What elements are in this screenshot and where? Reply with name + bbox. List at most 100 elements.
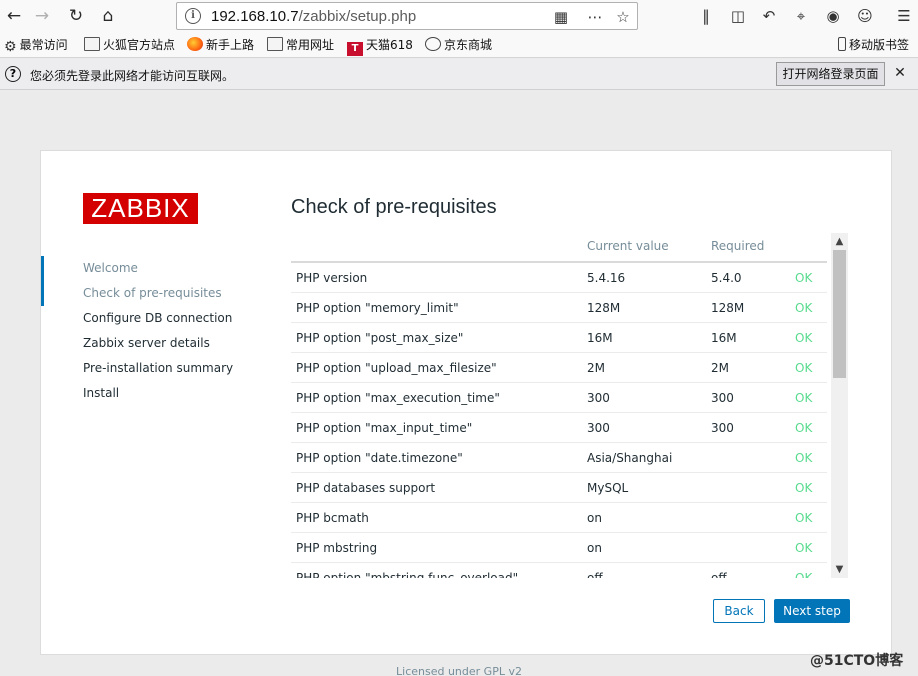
url-path: /zabbix/setup.php — [298, 8, 417, 25]
requirement-name: PHP option "date.timezone" — [296, 451, 463, 465]
status-ok: OK — [795, 331, 813, 345]
site-info-icon[interactable]: i — [185, 8, 201, 24]
bookmark-label: 最常访问 — [19, 38, 68, 52]
undo-icon[interactable]: ↶ — [757, 4, 781, 28]
current-value: 5.4.16 — [587, 271, 626, 285]
bookmark-firefox-site[interactable]: 火狐官方站点 — [84, 36, 175, 54]
bookmark-label: 火狐官方站点 — [103, 38, 176, 52]
close-icon[interactable]: ✕ — [891, 64, 909, 82]
scroll-thumb[interactable] — [833, 250, 846, 378]
table-row: PHP option "upload_max_filesize" 2M 2M OK — [291, 353, 827, 383]
menu-icon[interactable]: ☰ — [892, 4, 916, 28]
status-ok: OK — [795, 511, 813, 525]
required-value: 5.4.0 — [711, 271, 742, 285]
table-row: PHP bcmath on OK — [291, 503, 827, 533]
status-ok: OK — [795, 361, 813, 375]
firefox-icon — [187, 37, 203, 51]
browser-window: ← → ↻ ⌂ i 192.168.10.7/zabbix/setup.php … — [0, 0, 918, 676]
bookmark-label: 京东商城 — [444, 38, 493, 52]
back-arrow-icon[interactable]: ← — [2, 4, 26, 28]
zabbix-logo: ZABBIX — [83, 193, 198, 224]
forward-arrow-icon[interactable]: → — [30, 4, 54, 28]
mobile-bookmarks-label: 移动版书签 — [849, 38, 910, 52]
step-configure-db: Configure DB connection — [83, 311, 233, 325]
table-row: PHP option "max_input_time" 300 300 OK — [291, 413, 827, 443]
table-scrollbar[interactable]: ▲ ▼ — [831, 233, 848, 578]
prerequisites-table: Current value Required PHP version 5.4.16… — [291, 233, 850, 578]
url-host: 192.168.10.7 — [211, 8, 299, 25]
url-text[interactable]: 192.168.10.7/zabbix/setup.php — [211, 8, 416, 25]
current-value: 16M — [587, 331, 613, 345]
required-value: 300 — [711, 391, 734, 405]
bookmark-label: 天猫618 — [366, 38, 413, 52]
status-ok: OK — [795, 481, 813, 495]
globe-icon — [425, 37, 441, 51]
current-value: 300 — [587, 391, 610, 405]
screenshot-icon[interactable]: ⌖ — [789, 4, 813, 28]
current-value: off — [587, 571, 603, 578]
requirement-name: PHP databases support — [296, 481, 436, 495]
required-value: 16M — [711, 331, 737, 345]
page-content: ZABBIX Welcome Check of pre-requisites C… — [0, 90, 918, 676]
status-ok: OK — [795, 421, 813, 435]
requirement-name: PHP bcmath — [296, 511, 369, 525]
notification-message: 您必须先登录此网络才能访问互联网。 — [30, 69, 235, 83]
scroll-down-icon[interactable]: ▼ — [831, 561, 848, 578]
current-value: 2M — [587, 361, 605, 375]
step-pre-install-summary: Pre-installation summary — [83, 361, 234, 375]
table-row: PHP option "max_execution_time" 300 300 OK — [291, 383, 827, 413]
bookmark-getting-started[interactable]: 新手上路 — [187, 36, 254, 54]
requirement-name: PHP option "mbstring.func_overload" — [296, 571, 519, 578]
gear-icon: ⚙ — [4, 39, 17, 55]
table-row: PHP option "memory_limit" 128M 128M OK — [291, 293, 827, 323]
current-value: MySQL — [587, 481, 629, 495]
current-value: 300 — [587, 421, 610, 435]
watermark: @51CTO博客 — [810, 653, 904, 669]
next-step-button[interactable]: Next step — [774, 599, 850, 623]
url-bar[interactable]: i 192.168.10.7/zabbix/setup.php ▦ ⋯ ☆ — [176, 2, 638, 30]
setup-steps: Welcome Check of pre-requisites Configur… — [41, 256, 271, 406]
account-icon[interactable]: ☺ — [853, 4, 877, 28]
folder-icon — [84, 37, 100, 51]
chat-icon[interactable]: ◉ — [821, 4, 845, 28]
bookmark-star-icon[interactable]: ☆ — [613, 7, 633, 27]
back-button[interactable]: Back — [713, 599, 765, 623]
bookmark-common-sites[interactable]: 常用网址 — [267, 36, 334, 54]
requirement-name: PHP option "max_execution_time" — [296, 391, 500, 405]
table-header: Current value Required — [291, 233, 827, 263]
status-ok: OK — [795, 391, 813, 405]
license-footer[interactable]: Licensed under GPL v2 — [0, 665, 918, 676]
qr-code-icon[interactable]: ▦ — [551, 7, 571, 27]
home-icon[interactable]: ⌂ — [96, 4, 120, 28]
table-row: PHP option "date.timezone" Asia/Shanghai O… — [291, 443, 827, 473]
sidebar-icon[interactable]: ◫ — [726, 4, 750, 28]
scroll-up-icon[interactable]: ▲ — [831, 233, 848, 250]
requirement-name: PHP mbstring — [296, 541, 378, 555]
bookmark-most-visited[interactable]: ⚙ 最常访问 — [4, 36, 68, 55]
mobile-bookmarks[interactable]: 移动版书签 — [838, 36, 909, 54]
open-login-page-button[interactable]: 打开网络登录页面 — [776, 62, 885, 86]
table-row: PHP mbstring on OK — [291, 533, 827, 563]
requirement-name: PHP option "max_input_time" — [296, 421, 473, 435]
status-ok: OK — [795, 271, 813, 285]
required-value: 128M — [711, 301, 745, 315]
table-row: PHP version 5.4.16 5.4.0 OK — [291, 263, 827, 293]
page-actions-icon[interactable]: ⋯ — [585, 7, 605, 27]
tmall-icon: T — [347, 42, 363, 56]
requirement-name: PHP version — [296, 271, 368, 285]
required-value: 300 — [711, 421, 734, 435]
status-ok: OK — [795, 451, 813, 465]
reload-icon[interactable]: ↻ — [64, 4, 88, 28]
bookmarks-bar: ⚙ 最常访问 火狐官方站点 新手上路 常用网址 T 天猫618 京东商城 移动版书签 — [0, 32, 918, 58]
requirement-name: PHP option "memory_limit" — [296, 301, 459, 315]
column-current-value: Current value — [587, 239, 669, 253]
bookmark-tmall[interactable]: T 天猫618 — [347, 36, 413, 56]
current-value: 128M — [587, 301, 621, 315]
status-ok: OK — [795, 541, 813, 555]
library-icon[interactable]: ‖ — [694, 4, 718, 28]
step-check-prerequisites: Check of pre-requisites — [83, 286, 222, 300]
status-ok: OK — [795, 571, 813, 578]
bookmark-jd[interactable]: 京东商城 — [425, 36, 492, 54]
table-body: PHP version 5.4.16 5.4.0 OK PHP option "memo… — [291, 263, 827, 578]
step-server-details: Zabbix server details — [83, 336, 210, 350]
